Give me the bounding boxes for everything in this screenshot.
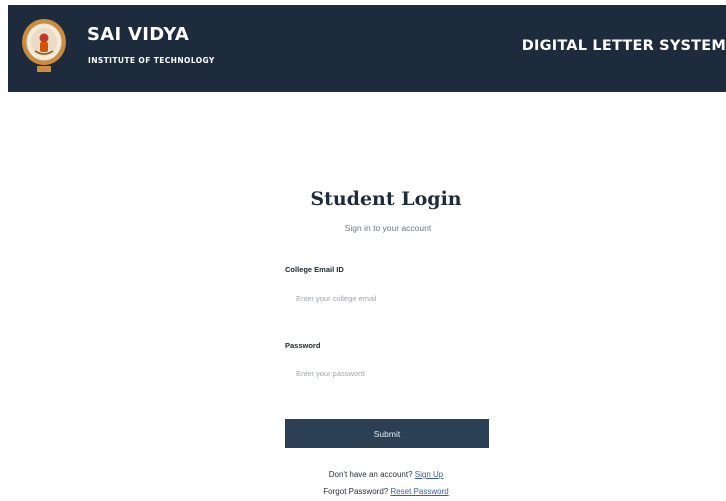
login-page: SAI VIDYA INSTITUTE OF TECHNOLOGY DIGITA… <box>0 0 726 501</box>
reset-prompt-line: Forgot Password? Reset Password <box>0 487 726 496</box>
signup-prompt-line: Don't have an account? Sign Up <box>0 470 726 479</box>
email-field-label: College Email ID <box>285 265 344 274</box>
password-field-label: Password <box>285 341 321 350</box>
emblem-icon <box>22 19 66 72</box>
login-subtitle: Sign in to your account <box>344 223 432 233</box>
login-title: Student Login <box>310 188 462 210</box>
sign-up-link[interactable]: Sign Up <box>415 470 443 479</box>
college-emblem-logo <box>21 15 67 75</box>
reset-password-link[interactable]: Reset Password <box>390 487 448 496</box>
system-title: DIGITAL LETTER SYSTEM <box>521 38 726 54</box>
brand-subtitle: INSTITUTE OF TECHNOLOGY <box>88 56 215 65</box>
brand-name: SAI VIDYA <box>87 24 190 45</box>
signup-prompt-text: Don't have an account? <box>328 470 413 479</box>
password-input[interactable] <box>285 361 489 385</box>
top-header-bar: SAI VIDYA INSTITUTE OF TECHNOLOGY DIGITA… <box>8 5 726 92</box>
submit-button[interactable]: Submit <box>285 419 489 448</box>
email-input[interactable] <box>285 286 489 310</box>
reset-prompt-text: Forgot Password? <box>323 487 389 496</box>
